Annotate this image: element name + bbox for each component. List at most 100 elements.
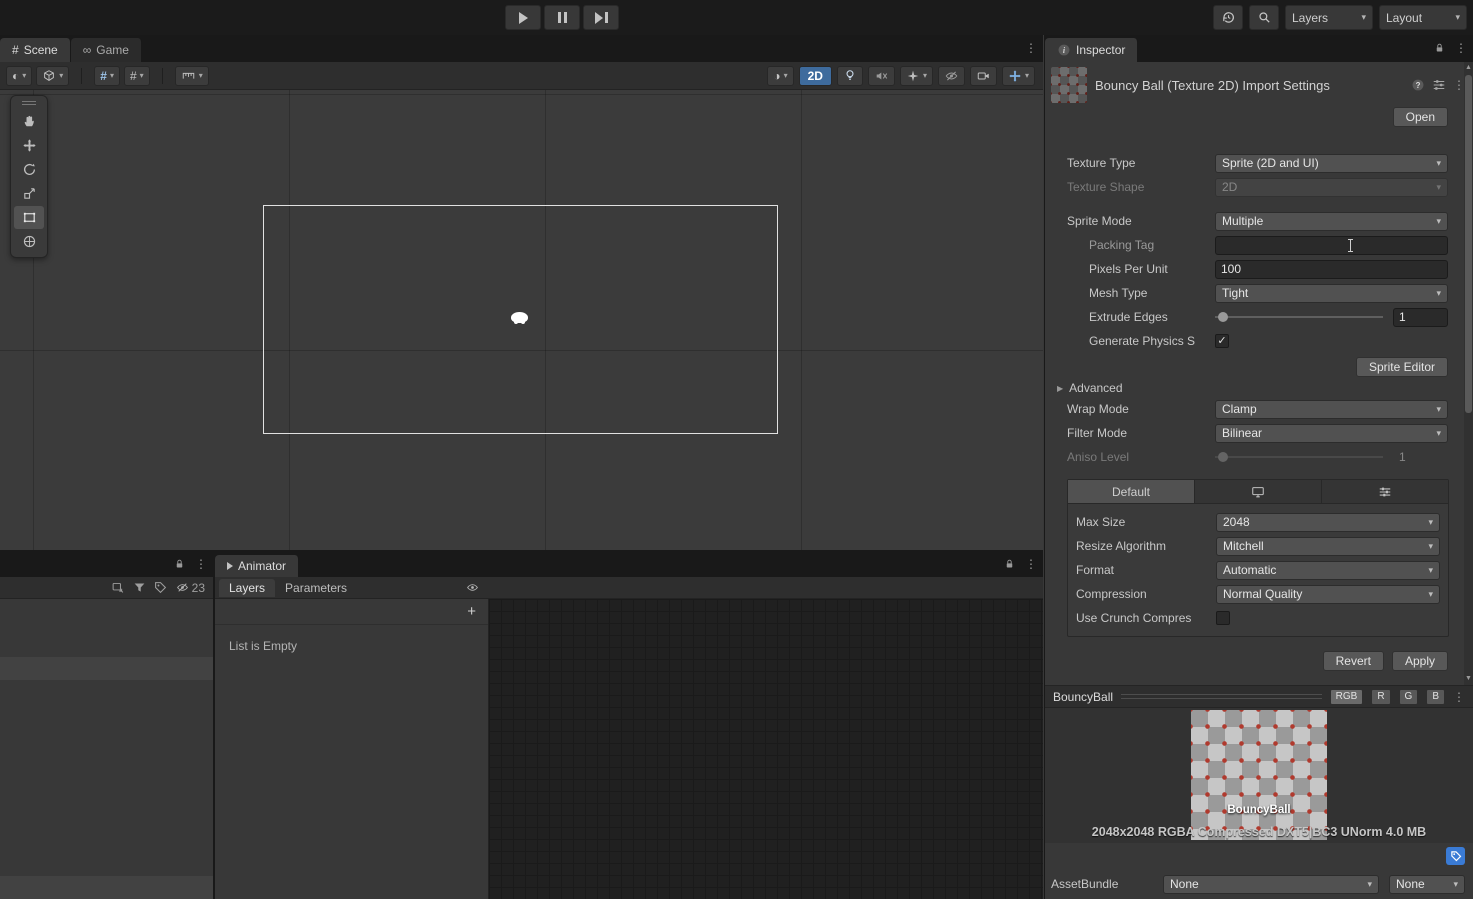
filter-mode-dropdown[interactable]: Bilinear ▾ [1215, 424, 1448, 443]
help-icon[interactable]: ? [1411, 78, 1425, 92]
project-panel-body[interactable] [0, 599, 213, 899]
camera-settings-button[interactable] [970, 66, 997, 86]
preview-menu-icon[interactable]: ⋮ [1453, 690, 1465, 704]
compression-dropdown[interactable]: Normal Quality ▾ [1216, 585, 1440, 604]
resize-algorithm-dropdown[interactable]: Mitchell ▾ [1216, 537, 1440, 556]
platform-tab-standalone[interactable] [1195, 480, 1322, 503]
undo-history-button[interactable] [1213, 5, 1243, 30]
generate-physics-checkbox[interactable]: ✓ [1215, 334, 1229, 348]
tab-layers[interactable]: Layers [219, 579, 275, 597]
channel-r-button[interactable]: R [1371, 689, 1390, 705]
extrude-edges-slider[interactable] [1215, 316, 1383, 318]
assetbundle-variant-dropdown[interactable]: None ▾ [1389, 875, 1465, 894]
tab-game[interactable]: ∞ Game [71, 38, 142, 62]
scroll-up-arrow[interactable]: ▲ [1464, 63, 1473, 73]
scroll-down-arrow[interactable]: ▼ [1464, 674, 1473, 684]
packing-tag-input[interactable] [1215, 236, 1448, 255]
play-button[interactable] [505, 5, 541, 30]
search-button[interactable] [1249, 5, 1279, 30]
panel-lock-icon[interactable] [174, 558, 185, 570]
list-row-highlight[interactable] [0, 657, 213, 680]
inspector-lock-icon[interactable] [1434, 42, 1445, 54]
open-button[interactable]: Open [1393, 107, 1448, 127]
sprite-mode-dropdown[interactable]: Multiple ▾ [1215, 212, 1448, 231]
scene-tab-menu-icon[interactable]: ⋮ [1025, 41, 1037, 55]
scrollbar-thumb[interactable] [1465, 75, 1472, 413]
advanced-foldout[interactable]: ▶ Advanced [1045, 377, 1473, 397]
hidden-objects-toggle[interactable]: 23 [175, 581, 205, 595]
snap-settings-dropdown[interactable]: # ▾ [124, 66, 150, 86]
bouncy-ball-sprite[interactable] [511, 312, 528, 323]
platform-tab-web[interactable] [1322, 480, 1448, 503]
scene-visibility-toggle[interactable] [938, 66, 965, 86]
2d-mode-toggle[interactable]: 2D [799, 66, 832, 86]
rotate-tool[interactable] [14, 158, 44, 181]
layers-dropdown[interactable]: Layers ▾ [1285, 5, 1373, 30]
list-row-highlight[interactable] [0, 876, 213, 899]
tab-animator[interactable]: Animator [215, 555, 299, 577]
format-dropdown[interactable]: Automatic ▾ [1216, 561, 1440, 580]
audio-toggle[interactable] [868, 66, 895, 86]
platform-tabs: Default [1068, 480, 1448, 504]
animator-menu-icon[interactable]: ⋮ [1025, 557, 1037, 571]
asset-label-button[interactable] [1446, 847, 1465, 865]
channel-g-button[interactable]: G [1399, 689, 1419, 705]
inspector-menu-icon[interactable]: ⋮ [1455, 41, 1467, 55]
scene-viewport[interactable] [0, 90, 1043, 550]
sprite-editor-button[interactable]: Sprite Editor [1356, 357, 1448, 377]
gizmos-dropdown[interactable]: ▾ [1002, 66, 1035, 86]
animator-graph-canvas[interactable] [489, 599, 1043, 899]
layout-dropdown-label: Layout [1386, 11, 1422, 25]
rotate-icon [22, 162, 37, 177]
texture-type-dropdown[interactable]: Sprite (2D and UI) ▾ [1215, 154, 1448, 173]
extrude-edges-input[interactable]: 1 [1393, 308, 1448, 327]
measure-dropdown[interactable]: ▾ [175, 66, 209, 86]
crunch-checkbox[interactable] [1216, 611, 1230, 625]
mesh-type-dropdown[interactable]: Tight ▾ [1215, 284, 1448, 303]
scene-view-toolbar: ◐ ▾ ▾ # ▾ # ▾ ▾ [0, 62, 1043, 90]
preview-area[interactable]: BouncyBall 2048x2048 RGBA Compressed DXT… [1045, 708, 1473, 843]
channel-b-button[interactable]: B [1426, 689, 1445, 705]
layer-visibility-button[interactable] [465, 581, 480, 594]
layout-dropdown[interactable]: Layout ▾ [1379, 5, 1467, 30]
label-button[interactable] [154, 581, 167, 594]
panel-menu-icon[interactable]: ⋮ [195, 557, 207, 571]
tab-scene[interactable]: # Scene [0, 38, 71, 62]
presets-icon[interactable] [1432, 78, 1446, 92]
channel-rgb-button[interactable]: RGB [1330, 689, 1364, 705]
assetbundle-dropdown[interactable]: None ▾ [1163, 875, 1379, 894]
pixels-per-unit-input[interactable]: 100 [1215, 260, 1448, 279]
draw-mode-dropdown[interactable]: ◐ ▾ [6, 66, 32, 86]
palette-drag-handle[interactable] [22, 101, 36, 105]
filter-button[interactable] [133, 581, 146, 594]
inspector-scrollbar[interactable]: ▲ ▼ [1464, 62, 1473, 685]
animator-lock-icon[interactable] [1004, 558, 1015, 570]
mesh-type-row: Mesh Type Tight ▾ [1045, 281, 1473, 305]
apply-button[interactable]: Apply [1392, 651, 1448, 671]
tab-parameters[interactable]: Parameters [275, 579, 357, 597]
pick-button[interactable] [111, 581, 125, 594]
max-size-dropdown[interactable]: 2048 ▾ [1216, 513, 1440, 532]
pause-button[interactable] [544, 5, 580, 30]
wrap-mode-dropdown[interactable]: Clamp ▾ [1215, 400, 1448, 419]
effects-dropdown[interactable]: ▾ [900, 66, 933, 86]
platform-tab-default[interactable]: Default [1068, 480, 1195, 503]
revert-button[interactable]: Revert [1323, 651, 1384, 671]
slider-knob[interactable] [1218, 312, 1228, 322]
scene-light-toggle[interactable] [837, 66, 863, 86]
preview-drag-handle[interactable] [1121, 694, 1322, 699]
hand-tool[interactable] [14, 110, 44, 133]
tab-inspector[interactable]: i Inspector [1045, 38, 1138, 62]
scene-lighting-dropdown[interactable]: ◑ ▾ [767, 66, 793, 86]
move-tool[interactable] [14, 134, 44, 157]
ruler-icon [181, 69, 196, 83]
add-layer-button[interactable]: + [467, 603, 476, 620]
scale-tool[interactable] [14, 182, 44, 205]
sprite-mode-value: Multiple [1222, 214, 1436, 228]
grid-visibility-dropdown[interactable]: # ▾ [94, 66, 120, 86]
preview-header[interactable]: BouncyBall RGB R G B ⋮ [1045, 685, 1473, 708]
shading-cube-dropdown[interactable]: ▾ [36, 66, 69, 86]
step-button[interactable] [583, 5, 619, 30]
rect-tool[interactable] [14, 206, 44, 229]
transform-tool[interactable] [14, 230, 44, 253]
